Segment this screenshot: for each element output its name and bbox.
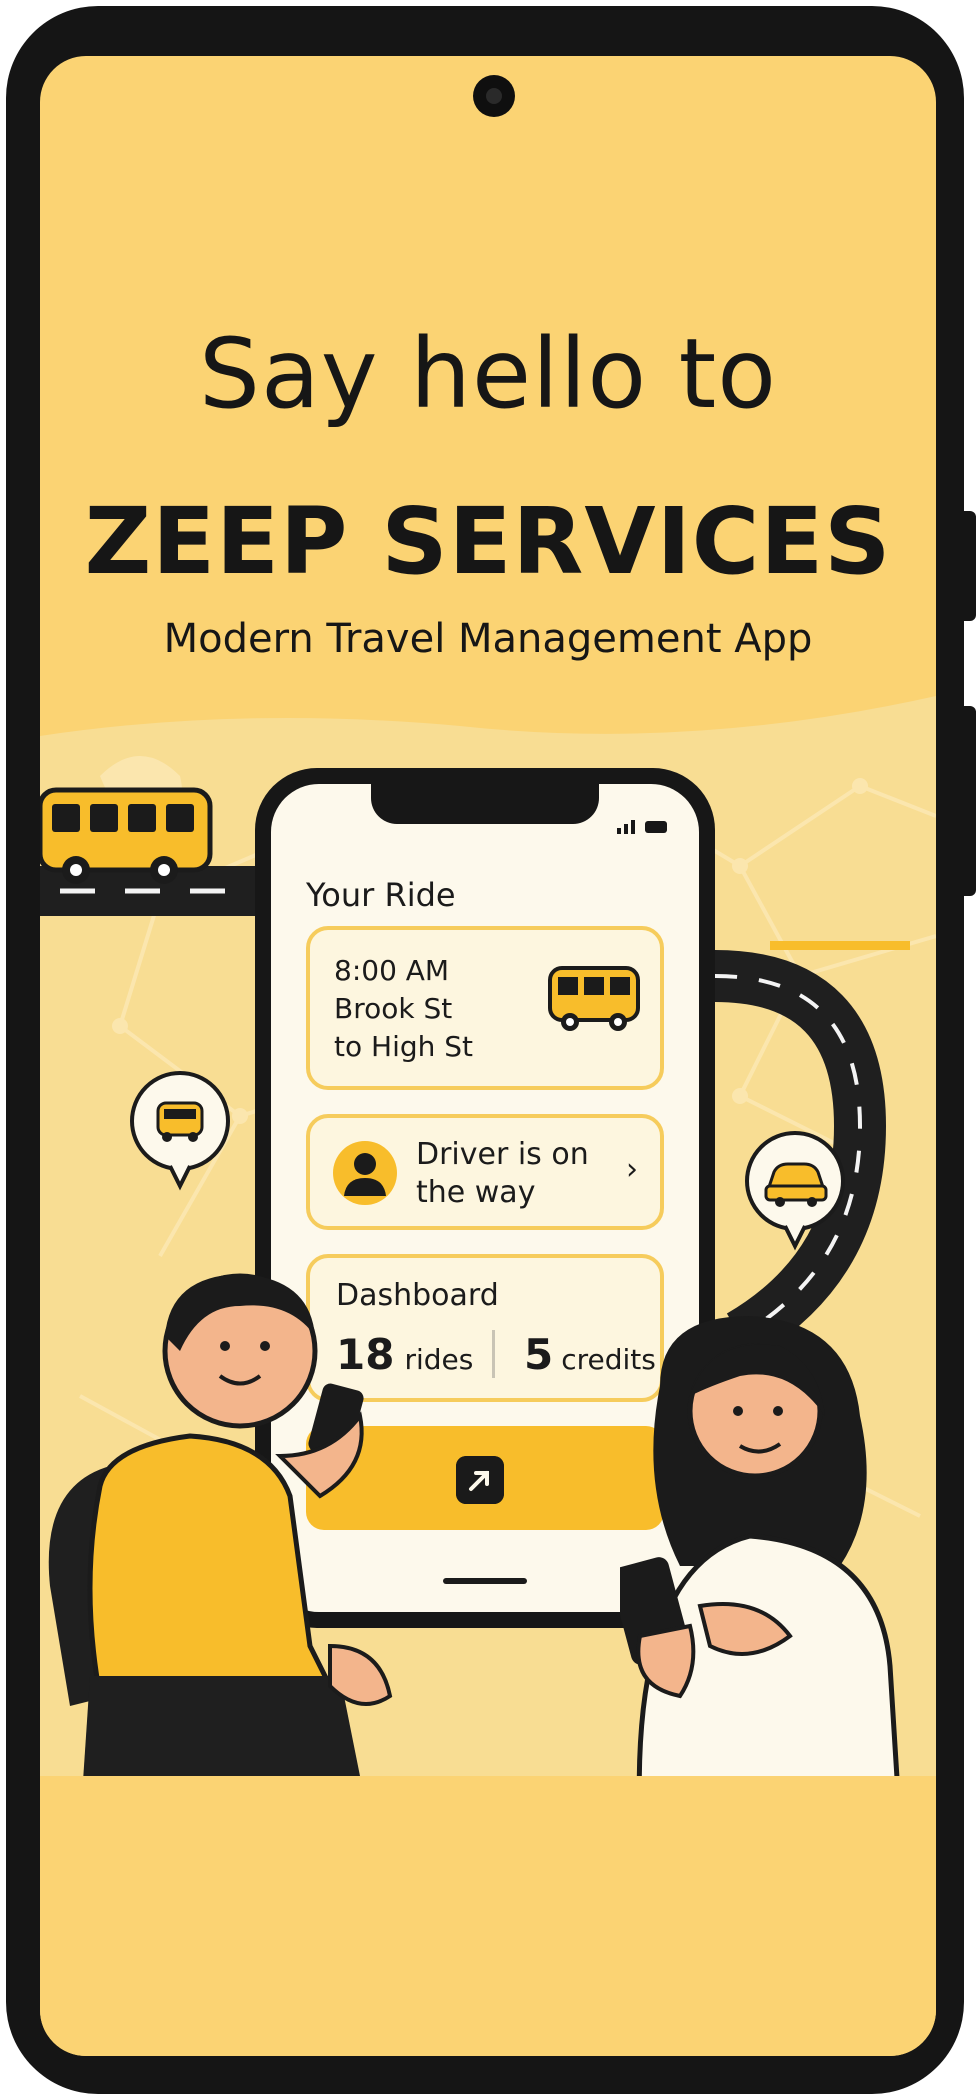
front-camera [473,75,515,117]
driver-status-line2: the way [416,1175,536,1210]
man-illustration [48,1273,393,1826]
signal-icon [617,820,635,834]
ride-to: to High St [334,1030,474,1063]
mockup-notch [371,784,599,824]
greeting-text: Say hello to [199,318,777,430]
brand-title: ZEEP SERVICES [84,488,892,595]
bus-icon [548,966,640,1031]
woman-illustration [620,1316,903,1826]
tagline: Modern Travel Management App [163,616,813,662]
driver-status-text: Driver is on the way [416,1136,589,1212]
bus-pin-icon [130,1071,230,1191]
bus-icon [40,787,213,884]
power-button [964,511,976,621]
person-icon [333,1141,397,1205]
arrow-up-right-icon [456,1456,504,1504]
ride-card[interactable]: 8:00 AM Brook St to High St [306,926,664,1090]
driver-status-card[interactable]: Driver is on the way › [306,1114,664,1230]
chevron-right-icon[interactable]: › [626,1152,638,1187]
ride-details: 8:00 AM Brook St to High St [334,952,473,1066]
screen: Say hello to ZEEP SERVICES Modern Travel… [40,56,936,2056]
bottom-band [40,1776,936,2056]
car-pin-icon [745,1131,845,1251]
illustration: Your Ride 8:00 AM Brook St to High St Dr… [40,696,936,1826]
stat-divider [492,1330,495,1378]
credits-count: 5 [524,1330,554,1379]
volume-button [964,706,976,896]
device-frame: Say hello to ZEEP SERVICES Modern Travel… [6,6,976,2094]
section-title: Your Ride [306,876,456,914]
battery-icon [645,821,667,833]
status-bar [615,820,667,834]
driver-status-line1: Driver is on [416,1137,589,1172]
ride-from: Brook St [334,992,453,1025]
ride-time: 8:00 AM [334,954,450,987]
